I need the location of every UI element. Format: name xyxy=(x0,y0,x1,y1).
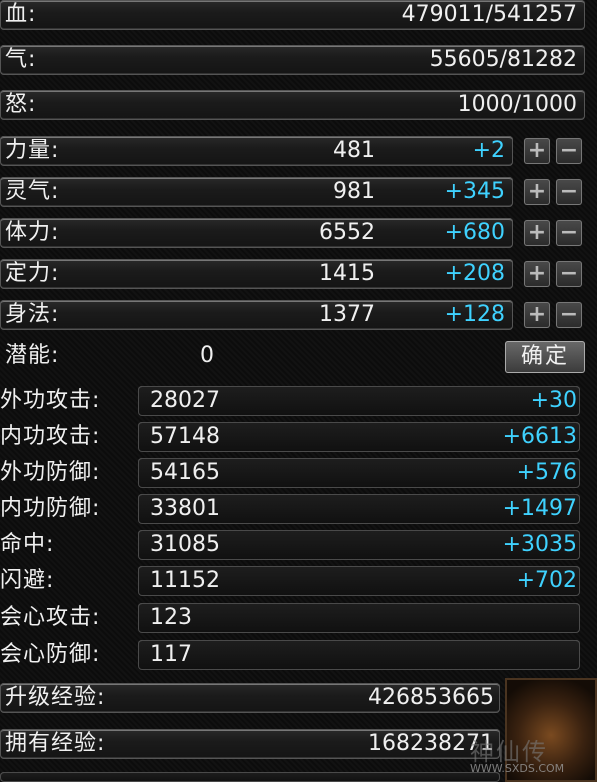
minus-button[interactable]: − xyxy=(556,261,582,287)
plus-button[interactable]: + xyxy=(524,302,550,328)
combat-label: 会心攻击: xyxy=(0,605,101,630)
minus-icon: − xyxy=(559,302,579,327)
combat-value: 33801 xyxy=(150,496,220,521)
plus-button[interactable]: + xyxy=(524,261,550,287)
combat-label: 内功攻击: xyxy=(0,424,101,449)
attr-value: 481 xyxy=(333,138,375,163)
minus-icon: − xyxy=(559,179,579,204)
minus-icon: − xyxy=(559,261,579,286)
combat-label: 内功防御: xyxy=(0,496,101,521)
mp-value: 55605/81282 xyxy=(429,47,577,72)
potential-label: 潜能: xyxy=(5,343,60,368)
potential-value: 0 xyxy=(200,343,214,368)
minus-button[interactable]: − xyxy=(556,138,582,164)
plus-icon: + xyxy=(527,179,547,204)
combat-bonus: +576 xyxy=(516,460,577,485)
combat-value: 31085 xyxy=(150,532,220,557)
hp-value: 479011/541257 xyxy=(401,2,577,27)
attr-label: 灵气: xyxy=(5,179,60,204)
combat-bonus: +30 xyxy=(530,388,577,413)
combat-value: 28027 xyxy=(150,388,220,413)
plus-icon: + xyxy=(527,138,547,163)
minus-icon: − xyxy=(559,138,579,163)
attr-row-stamina xyxy=(0,218,513,248)
minus-button[interactable]: − xyxy=(556,302,582,328)
attr-bonus: +128 xyxy=(444,302,505,327)
attr-bonus: +208 xyxy=(444,261,505,286)
attr-label: 力量: xyxy=(5,138,60,163)
attr-bonus: +680 xyxy=(444,220,505,245)
combat-bonus: +3035 xyxy=(502,532,577,557)
exp-label: 拥有经验: xyxy=(5,731,106,756)
plus-button[interactable]: + xyxy=(524,138,550,164)
mp-label: 气: xyxy=(5,47,37,72)
combat-label: 外功防御: xyxy=(0,460,101,485)
rage-label: 怒: xyxy=(5,92,37,117)
combat-value: 11152 xyxy=(150,568,220,593)
combat-bonus: +6613 xyxy=(502,424,577,449)
rage-value: 1000/1000 xyxy=(457,92,577,117)
attr-bonus: +2 xyxy=(472,138,505,163)
plus-icon: + xyxy=(527,261,547,286)
exp-value: 426853665 xyxy=(368,685,494,710)
combat-value: 54165 xyxy=(150,460,220,485)
plus-button[interactable]: + xyxy=(524,179,550,205)
attr-row-focus xyxy=(0,259,513,289)
minus-button[interactable]: − xyxy=(556,220,582,246)
minus-icon: − xyxy=(559,220,579,245)
hp-label: 血: xyxy=(5,2,37,27)
combat-label: 命中: xyxy=(0,532,55,557)
watermark-site: WWW.SXDS.COM xyxy=(470,762,565,775)
combat-label: 会心防御: xyxy=(0,642,101,667)
attr-row-strength xyxy=(0,136,513,166)
combat-bonus: +702 xyxy=(516,568,577,593)
exp-label: 升级经验: xyxy=(5,685,106,710)
attr-label: 体力: xyxy=(5,220,60,245)
plus-button[interactable]: + xyxy=(524,220,550,246)
attr-value: 6552 xyxy=(319,220,375,245)
attr-row-agility xyxy=(0,300,513,330)
combat-value: 57148 xyxy=(150,424,220,449)
attr-value: 981 xyxy=(333,179,375,204)
combat-bonus: +1497 xyxy=(502,496,577,521)
attr-label: 定力: xyxy=(5,261,60,286)
attr-value: 1377 xyxy=(319,302,375,327)
combat-label: 闪避: xyxy=(0,568,55,593)
attr-label: 身法: xyxy=(5,302,60,327)
minus-button[interactable]: − xyxy=(556,179,582,205)
combat-bar xyxy=(138,640,580,670)
attr-row-spirit xyxy=(0,177,513,207)
confirm-button[interactable]: 确定 xyxy=(505,341,585,373)
plus-icon: + xyxy=(527,302,547,327)
attr-value: 1415 xyxy=(319,261,375,286)
combat-label: 外功攻击: xyxy=(0,388,101,413)
character-stats-panel: 血: 479011/541257 气: 55605/81282 怒: 1000/… xyxy=(0,0,597,782)
attr-bonus: +345 xyxy=(444,179,505,204)
plus-icon: + xyxy=(527,220,547,245)
bottom-strip xyxy=(0,772,500,782)
combat-value: 117 xyxy=(150,642,192,667)
combat-value: 123 xyxy=(150,605,192,630)
combat-bar xyxy=(138,603,580,633)
